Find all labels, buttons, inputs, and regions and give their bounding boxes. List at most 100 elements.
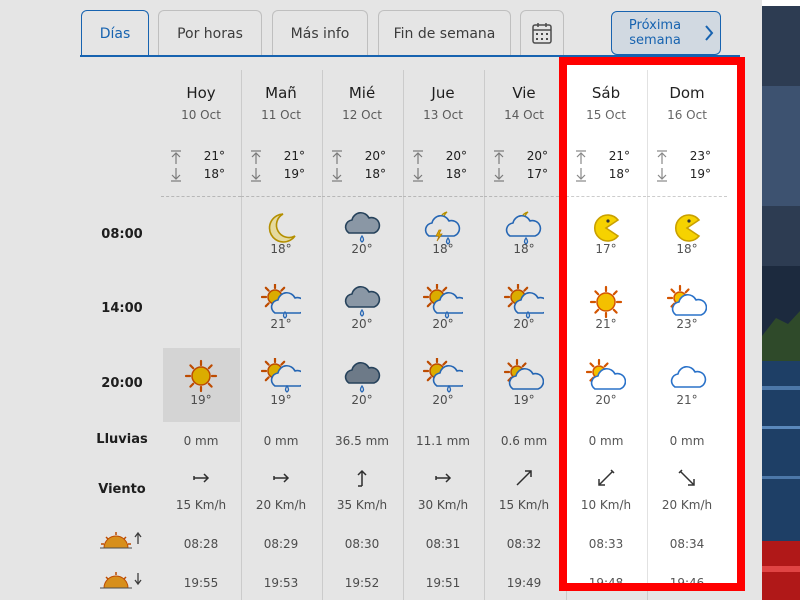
min-temp-value: 18° bbox=[445, 167, 467, 181]
sunset-time: 19:52 bbox=[344, 576, 380, 590]
max-temp: 20° bbox=[492, 149, 556, 165]
divider bbox=[241, 196, 321, 197]
min-temp-value: 17° bbox=[526, 167, 548, 181]
weather-storm-dark-icon bbox=[344, 362, 381, 393]
tab-por-horas[interactable]: Por horas bbox=[158, 10, 262, 56]
wind-direction-icon bbox=[193, 473, 210, 483]
day-column[interactable]: Vie 14 Oct 20° 17° 18° 20° 19° 0.6 mm 15 Km/h 08:… bbox=[484, 70, 564, 600]
sunrise-time: 08:28 bbox=[183, 537, 219, 551]
day-date: 11 Oct bbox=[261, 108, 301, 122]
hour-temp: 20° bbox=[351, 393, 373, 407]
arrow-down-icon bbox=[332, 168, 342, 182]
rain-amount: 36.5 mm bbox=[335, 434, 389, 448]
wind-direction-icon bbox=[435, 473, 452, 483]
wind-speed: 20 Km/h bbox=[255, 498, 307, 512]
weekend-highlight-box bbox=[559, 57, 745, 591]
sunrise-icon bbox=[100, 530, 144, 554]
day-date: 13 Oct bbox=[423, 108, 463, 122]
day-name: Vie bbox=[512, 84, 536, 102]
row-label-0800: 08:00 bbox=[101, 227, 143, 242]
rain-amount: 0 mm bbox=[183, 434, 219, 448]
weather-moon-icon bbox=[268, 213, 296, 243]
sunrise-time: 08:32 bbox=[506, 537, 542, 551]
rain-amount: 11.1 mm bbox=[416, 434, 470, 448]
day-column[interactable]: Hoy 10 Oct 21° 18° 19° 0 mm 15 Km/h 08:28 19:55 bbox=[161, 70, 241, 600]
hour-temp: 18° bbox=[270, 242, 292, 256]
day-column[interactable]: Mañ 11 Oct 21° 19° 18° 21° 19° 0 mm 20 Km/h 08:29… bbox=[241, 70, 321, 600]
min-temp-value: 18° bbox=[203, 167, 225, 181]
max-temp: 21° bbox=[249, 149, 313, 165]
weather-sun-rain-icon bbox=[423, 284, 463, 319]
next-week-button[interactable]: Próxima semana bbox=[611, 11, 721, 55]
weather-sun-cloud-big-icon bbox=[504, 358, 544, 390]
row-label-rain: Lluvias bbox=[96, 432, 148, 447]
tab-label: Por horas bbox=[177, 25, 243, 42]
day-name: Mañ bbox=[265, 84, 297, 102]
arrow-up-icon bbox=[251, 150, 261, 164]
day-date: 12 Oct bbox=[342, 108, 382, 122]
row-label-wind: Viento bbox=[98, 482, 146, 497]
wind-direction-icon bbox=[357, 469, 367, 487]
weather-sun-cloud-rain-icon bbox=[261, 358, 301, 393]
sunset-time: 19:51 bbox=[425, 576, 461, 590]
min-temp: 17° bbox=[492, 167, 556, 183]
tab-dias[interactable]: Días bbox=[81, 10, 149, 56]
tab-mas-info[interactable]: Más info bbox=[272, 10, 368, 56]
weather-sun-cloud-rain-icon bbox=[423, 358, 463, 393]
calendar-button[interactable] bbox=[520, 10, 564, 56]
tab-fin-de-semana[interactable]: Fin de semana bbox=[378, 10, 511, 56]
hour-temp: 19° bbox=[190, 393, 212, 407]
min-temp: 18° bbox=[169, 167, 233, 183]
day-name: Jue bbox=[431, 84, 455, 102]
next-week-line2: semana bbox=[629, 33, 681, 48]
row-label-2000: 20:00 bbox=[101, 376, 143, 391]
rain-amount: 0 mm bbox=[263, 434, 299, 448]
next-week-line1: Próxima bbox=[628, 18, 682, 33]
weather-moon-bolt-icon bbox=[424, 211, 461, 245]
wind-speed: 15 Km/h bbox=[498, 498, 550, 512]
sunset-icon bbox=[100, 570, 144, 594]
day-column[interactable]: Jue 13 Oct 20° 18° 18° 20° 20° 11.1 mm 30 Km/h 08… bbox=[403, 70, 483, 600]
sunrise-time: 08:29 bbox=[263, 537, 299, 551]
hour-temp: 18° bbox=[432, 242, 454, 256]
max-temp: 20° bbox=[411, 149, 475, 165]
weather-sun-rain-icon bbox=[504, 284, 544, 319]
sunrise-time: 08:30 bbox=[344, 537, 380, 551]
wind-direction-icon bbox=[273, 473, 290, 483]
weather-moon-rain-icon bbox=[505, 211, 542, 245]
wind-speed: 35 Km/h bbox=[336, 498, 388, 512]
divider bbox=[403, 196, 483, 197]
day-column[interactable]: Mié 12 Oct 20° 18° 20° 20° 20° 36.5 mm 35 Km/h 08… bbox=[322, 70, 402, 600]
max-temp-value: 21° bbox=[203, 149, 225, 163]
max-temp: 20° bbox=[330, 149, 394, 165]
arrow-up-icon bbox=[413, 150, 423, 164]
min-temp-value: 18° bbox=[364, 167, 386, 181]
day-date: 10 Oct bbox=[181, 108, 221, 122]
max-temp-value: 20° bbox=[526, 149, 548, 163]
sunset-time: 19:53 bbox=[263, 576, 299, 590]
tab-label: Fin de semana bbox=[393, 25, 496, 42]
arrow-up-icon bbox=[494, 150, 504, 164]
divider bbox=[484, 196, 564, 197]
hour-temp: 20° bbox=[432, 317, 454, 331]
row-label-1400: 14:00 bbox=[101, 301, 143, 316]
sunset-time: 19:55 bbox=[183, 576, 219, 590]
hour-temp: 21° bbox=[270, 317, 292, 331]
chevron-right-icon bbox=[705, 25, 714, 41]
weather-sun-rain-icon bbox=[261, 284, 301, 319]
hour-temp: 20° bbox=[513, 317, 535, 331]
day-name: Hoy bbox=[186, 84, 216, 102]
calendar-icon bbox=[532, 23, 552, 44]
weather-storm-drop-icon bbox=[344, 212, 381, 243]
day-date: 14 Oct bbox=[504, 108, 544, 122]
arrow-up-icon bbox=[171, 150, 181, 164]
dim-overlay-right bbox=[745, 0, 762, 600]
tab-label: Más info bbox=[290, 25, 350, 42]
max-temp-value: 20° bbox=[445, 149, 467, 163]
max-temp-value: 20° bbox=[364, 149, 386, 163]
wind-speed: 30 Km/h bbox=[417, 498, 469, 512]
hour-temp: 19° bbox=[270, 393, 292, 407]
arrow-down-icon bbox=[494, 168, 504, 182]
weather-storm-drop-icon bbox=[344, 286, 381, 317]
side-photo bbox=[762, 6, 800, 600]
